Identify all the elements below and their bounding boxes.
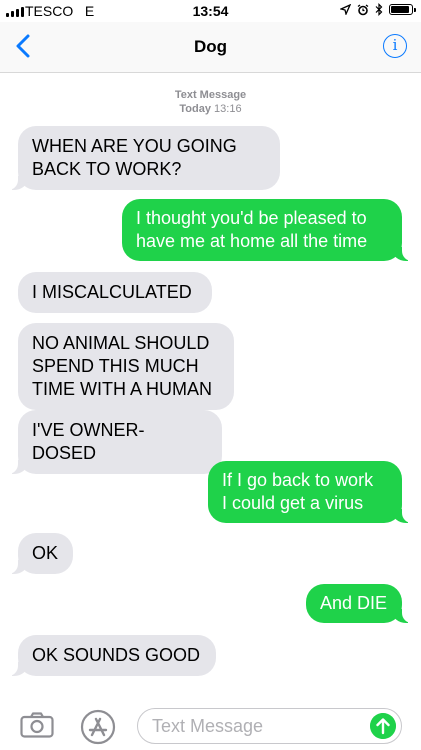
message-bubble-outgoing[interactable]: I thought you'd be pleased to have me at…	[122, 199, 412, 261]
message-bubble-incoming[interactable]: I MISCALCULATED	[18, 272, 212, 313]
message-bubble-incoming[interactable]: WHEN ARE YOU GOING BACK TO WORK?	[8, 126, 280, 190]
location-icon	[340, 4, 351, 15]
status-icons	[340, 3, 416, 16]
alarm-icon	[357, 3, 369, 15]
bluetooth-icon	[375, 3, 383, 16]
app-store-icon[interactable]	[80, 709, 116, 745]
conversation-header: Dog i	[0, 22, 421, 73]
message-bubble-incoming[interactable]: NO ANIMAL SHOULD SPEND THIS MUCH TIME WI…	[18, 323, 234, 410]
timestamp-time: 13:16	[214, 103, 242, 115]
contact-name[interactable]: Dog	[0, 37, 421, 57]
info-icon[interactable]: i	[383, 34, 407, 58]
message-type-label: Text Message	[174, 89, 247, 101]
message-input[interactable]	[152, 713, 352, 739]
battery-icon	[389, 4, 416, 15]
timestamp-day: Today	[179, 103, 211, 115]
send-arrow-icon[interactable]	[370, 713, 396, 739]
message-bubble-incoming[interactable]: OK SOUNDS GOOD	[8, 635, 216, 676]
message-bubble-outgoing[interactable]: If I go back to work I could get a virus	[208, 461, 412, 523]
camera-icon[interactable]	[20, 712, 54, 738]
message-composer	[0, 700, 421, 750]
message-bubble-incoming[interactable]: OK	[8, 533, 73, 574]
message-bubble-outgoing[interactable]: And DIE	[306, 584, 412, 623]
message-bubble-incoming[interactable]: I'VE OWNER-DOSED	[8, 410, 222, 474]
message-input-container[interactable]	[137, 708, 402, 744]
status-bar: TESCO E 13:54	[0, 0, 421, 22]
conversation-timestamp: Text Message Today 13:16	[0, 88, 421, 116]
